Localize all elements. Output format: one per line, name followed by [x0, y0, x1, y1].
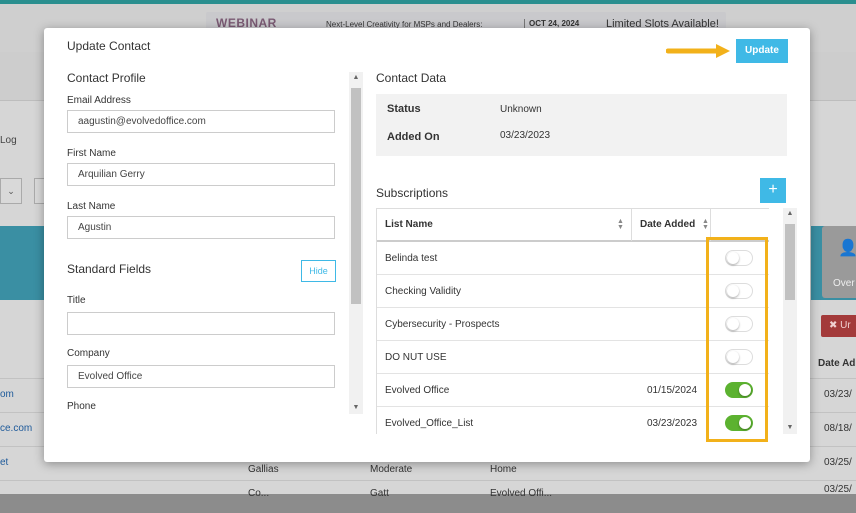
email-field[interactable] [67, 110, 335, 133]
sort-icon[interactable]: ▲ ▼ [617, 218, 624, 231]
subscription-list-name: Evolved Office [385, 385, 450, 396]
table-row[interactable]: DO NUT USE [377, 341, 769, 374]
title-field[interactable] [67, 312, 335, 335]
subscription-list-name: DO NUT USE [385, 352, 447, 363]
added-on-value: 03/23/2023 [500, 130, 551, 141]
subscription-toggle[interactable] [725, 415, 753, 431]
subscription-toggle[interactable] [725, 283, 753, 299]
subscription-toggle[interactable] [725, 316, 753, 332]
standard-fields-heading: Standard Fields [67, 262, 152, 276]
background-red-button-label: Ur [840, 320, 851, 331]
banner-date: OCT 24, 2024 [524, 19, 579, 28]
subscription-list-name: Evolved_Office_List [385, 418, 474, 429]
subscription-date-added: 03/23/2023 [647, 418, 698, 429]
phone-label: Phone [67, 401, 96, 412]
left-scrollbar-thumb[interactable] [351, 88, 361, 304]
last-name-label: Last Name [67, 201, 116, 212]
hide-button[interactable]: Hide [301, 260, 336, 282]
toggle-knob [739, 417, 751, 429]
column-header-list-name-label: List Name [385, 219, 433, 230]
toggle-knob [727, 351, 739, 363]
subscription-list-name: Belinda test [385, 253, 438, 264]
subscriptions-scrollbar-thumb[interactable] [785, 224, 795, 300]
sort-icon[interactable]: ▲ ▼ [702, 218, 709, 231]
subscription-list-name: Checking Validity [385, 286, 461, 297]
column-header-toggle [710, 209, 769, 241]
arrow-right-icon [666, 44, 730, 58]
background-unsubscribe-button[interactable]: ✖ Ur [821, 315, 856, 337]
column-header-list-name[interactable]: List Name ▲ ▼ [385, 209, 631, 241]
plus-icon: + [768, 181, 778, 198]
background-row-link[interactable]: et [0, 457, 8, 468]
subscription-toggle[interactable] [725, 349, 753, 365]
contact-data-box: Status Unknown Added On 03/23/2023 [376, 94, 787, 156]
scroll-up-icon[interactable]: ▲ [349, 72, 363, 84]
subscription-toggle[interactable] [725, 382, 753, 398]
first-name-field[interactable] [67, 163, 335, 186]
column-header-date-added-label: Date Added [640, 219, 696, 230]
table-row[interactable] [0, 480, 856, 513]
company-field[interactable] [67, 365, 335, 388]
background-row-link[interactable]: om [0, 389, 14, 400]
subscriptions-table: List Name ▲ ▼ Date Added ▲ ▼ Belinda test C… [376, 208, 769, 434]
first-name-label: First Name [67, 148, 116, 159]
background-log-label: Log [0, 135, 17, 146]
user-minus-icon: ✖ [829, 320, 838, 331]
last-name-field[interactable] [67, 216, 335, 239]
background-row-date: 03/25/ [824, 457, 852, 468]
toggle-knob [727, 318, 739, 330]
email-label: Email Address [67, 95, 131, 106]
background-row-date: 03/25/ [824, 484, 852, 495]
toggle-knob [727, 285, 739, 297]
update-button[interactable]: Update [736, 39, 788, 63]
company-label: Company [67, 348, 110, 359]
update-contact-modal: Update Contact Update Contact Profile Em… [44, 28, 810, 462]
background-overview-label: Over [833, 278, 855, 289]
chevron-down-icon: ⌄ [7, 186, 15, 196]
background-row-link[interactable]: ce.com [0, 423, 32, 434]
table-row[interactable]: Checking Validity [377, 275, 769, 308]
status-value: Unknown [500, 104, 542, 115]
scroll-down-icon[interactable]: ▼ [783, 422, 797, 434]
table-row[interactable]: Cybersecurity - Prospects [377, 308, 769, 341]
background-row-date: 03/23/ [824, 389, 852, 400]
title-label: Title [67, 295, 86, 306]
toggle-knob [727, 252, 739, 264]
table-row[interactable]: Evolved Office 01/15/2024 [377, 374, 769, 407]
contact-data-heading: Contact Data [376, 71, 447, 85]
background-dropdown[interactable]: ⌄ [0, 178, 22, 204]
added-on-label: Added On [387, 131, 440, 143]
table-row[interactable]: Belinda test [377, 242, 769, 275]
add-subscription-button[interactable]: + [760, 178, 786, 203]
background-teal-panel [0, 226, 44, 300]
subscription-toggle[interactable] [725, 250, 753, 266]
subscription-date-added: 01/15/2024 [647, 385, 698, 396]
subscription-list-name: Cybersecurity - Prospects [385, 319, 500, 330]
toggle-knob [739, 384, 751, 396]
subscriptions-scrollbar[interactable]: ▲ ▼ [783, 208, 797, 434]
contact-profile-panel: Contact Profile Email Address First Name… [44, 28, 364, 462]
subscriptions-heading: Subscriptions [376, 186, 449, 200]
background-row-cell: Home [490, 464, 517, 475]
subscriptions-table-header: List Name ▲ ▼ Date Added ▲ ▼ [377, 208, 769, 242]
left-scrollbar[interactable]: ▲ ▼ [349, 72, 363, 414]
background-row-cell: Gallias [248, 464, 279, 475]
contact-profile-heading: Contact Profile [67, 71, 146, 85]
table-row[interactable]: Evolved_Office_List 03/23/2023 [377, 407, 769, 434]
scroll-up-icon[interactable]: ▲ [783, 208, 797, 220]
user-icon: 👤 [838, 240, 856, 257]
column-header-date-added[interactable]: Date Added ▲ ▼ [631, 209, 710, 241]
background-date-header: Date Ad [818, 358, 856, 369]
background-row-date: 08/18/ [824, 423, 852, 434]
status-label: Status [387, 103, 421, 115]
background-row-cell: Moderate [370, 464, 413, 475]
scroll-down-icon[interactable]: ▼ [349, 402, 363, 414]
